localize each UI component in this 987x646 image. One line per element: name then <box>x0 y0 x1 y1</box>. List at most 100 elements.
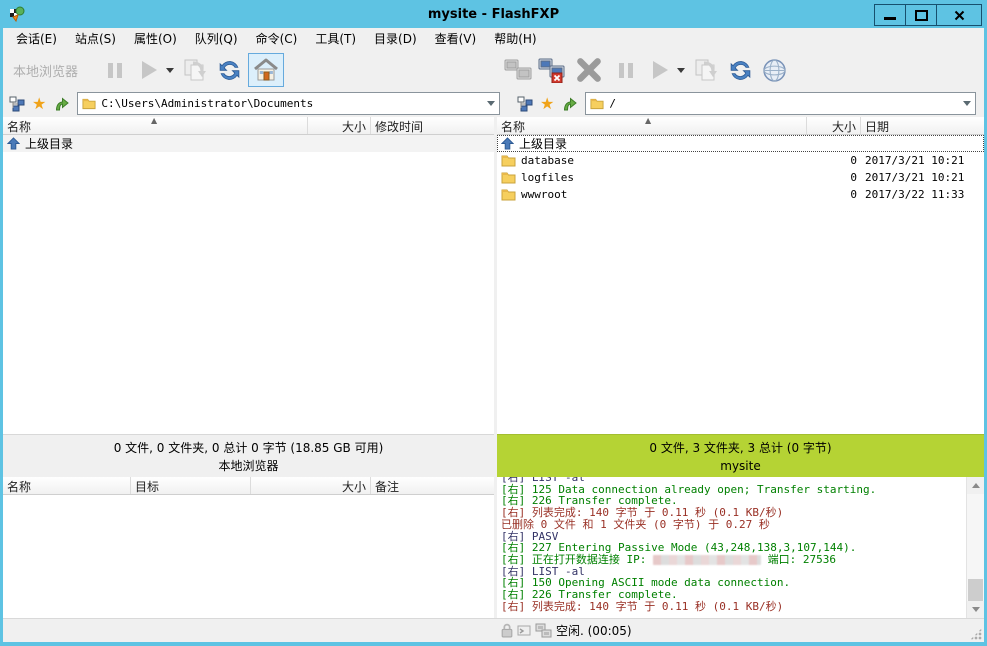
file-row[interactable]: logfiles02017/3/21 10:21 <box>497 169 984 186</box>
file-row[interactable]: wwwroot02017/3/22 11:33 <box>497 186 984 203</box>
up-directory-icon[interactable] <box>561 96 578 112</box>
scrollbar-thumb[interactable] <box>968 579 983 601</box>
chevron-up-icon <box>972 483 980 488</box>
globe-icon <box>762 58 787 83</box>
minimize-icon <box>884 17 896 20</box>
queue-transfer-button[interactable] <box>180 54 210 86</box>
file-name: 上级目录 <box>25 135 73 152</box>
connection-status-icon <box>535 623 552 638</box>
remote-address-bar: ★ / <box>511 90 984 117</box>
home-directory-button[interactable] <box>248 53 284 87</box>
sort-ascending-icon: ▲ <box>645 117 651 125</box>
log-line: 已删除 0 文件 和 1 文件夹 (0 字节) 于 0.27 秒 <box>501 519 966 531</box>
chevron-down-icon <box>972 607 980 612</box>
log-text[interactable]: [右] LIST -al[右] 125 Data connection alre… <box>497 477 966 618</box>
remote-toolbar <box>497 50 984 90</box>
menu-item[interactable]: 目录(D) <box>365 28 426 50</box>
file-date: 2017/3/22 11:33 <box>861 188 984 201</box>
folder-icon <box>501 188 516 201</box>
local-address-bar: ★ C:\Users\Administrator\Documents <box>3 90 508 117</box>
sort-ascending-icon: ▲ <box>151 117 157 125</box>
menu-item[interactable]: 属性(O) <box>125 28 186 50</box>
menu-item[interactable]: 帮助(H) <box>485 28 545 50</box>
column-header-size[interactable]: 大小 <box>807 117 861 134</box>
start-transfer-button[interactable] <box>134 54 164 86</box>
pause-icon <box>619 63 633 78</box>
parent-directory-row[interactable]: 上级目录 <box>3 135 494 152</box>
abort-x-icon <box>575 56 603 84</box>
maximize-button[interactable] <box>905 4 937 26</box>
queue-body[interactable] <box>3 495 494 618</box>
menu-item[interactable]: 命令(C) <box>247 28 307 50</box>
remote-path-value: / <box>609 97 963 110</box>
column-header-size[interactable]: 大小 <box>308 117 371 134</box>
close-icon <box>954 10 965 21</box>
queue-column-target[interactable]: 目标 <box>131 477 251 494</box>
column-header-date[interactable]: 日期 <box>861 117 984 134</box>
menu-item[interactable]: 队列(Q) <box>186 28 247 50</box>
resize-grip-icon[interactable] <box>970 628 982 640</box>
log-line: [右] 正在打开数据连接 IP: 端口: 27536 <box>501 554 966 566</box>
combobox-dropdown-icon[interactable] <box>963 101 971 106</box>
connect-button[interactable] <box>503 54 533 86</box>
transfer-files-icon <box>182 57 208 83</box>
menu-bar: 会话(E)站点(S)属性(O)队列(Q)命令(C)工具(T)目录(D)查看(V)… <box>3 28 984 50</box>
scroll-up-button[interactable] <box>967 477 984 494</box>
log-line: [右] 226 Transfer complete. <box>501 589 966 601</box>
site-manager-button[interactable] <box>759 54 789 86</box>
lock-icon <box>500 623 514 638</box>
folder-open-icon <box>590 97 604 110</box>
window-title: mysite - FlashFXP <box>0 7 987 22</box>
close-button[interactable] <box>936 4 982 26</box>
remote-pause-button[interactable] <box>611 54 641 86</box>
file-size: 0 <box>807 154 861 167</box>
status-bar: 空闲. (00:05) <box>3 618 984 642</box>
local-browser-label: 本地浏览器 <box>13 61 78 80</box>
local-path-combobox[interactable]: C:\Users\Administrator\Documents <box>77 92 500 115</box>
favorites-icon[interactable]: ★ <box>32 96 46 112</box>
scroll-down-button[interactable] <box>967 601 984 618</box>
refresh-local-button[interactable] <box>214 54 244 86</box>
menu-item[interactable]: 站点(S) <box>66 28 125 50</box>
transfer-dropdown-icon[interactable] <box>677 68 685 73</box>
tree-view-icon[interactable] <box>517 96 533 112</box>
refresh-remote-button[interactable] <box>725 54 755 86</box>
menu-item[interactable]: 会话(E) <box>7 28 66 50</box>
folder-icon <box>501 171 516 184</box>
remote-queue-button[interactable] <box>691 54 721 86</box>
home-icon <box>253 57 279 83</box>
queue-column-size[interactable]: 大小 <box>251 477 371 494</box>
transfer-dropdown-icon[interactable] <box>166 68 174 73</box>
refresh-icon <box>728 58 753 83</box>
console-icon <box>517 624 532 638</box>
local-summary-counts: 0 文件, 0 文件夹, 0 总计 0 字节 (18.85 GB 可用) <box>3 439 494 457</box>
redacted-ip <box>653 555 761 565</box>
queue-column-name[interactable]: 名称 <box>3 477 131 494</box>
column-header-name[interactable]: 名称 <box>497 117 807 134</box>
scrollbar-track[interactable] <box>967 494 984 601</box>
parent-directory-row[interactable]: 上级目录 <box>497 135 984 152</box>
file-name: database <box>521 154 574 167</box>
tree-view-icon[interactable] <box>9 96 25 112</box>
remote-start-button[interactable] <box>645 54 675 86</box>
favorites-icon[interactable]: ★ <box>540 96 554 112</box>
menu-item[interactable]: 工具(T) <box>306 28 365 50</box>
queue-column-remark[interactable]: 备注 <box>371 477 494 494</box>
up-directory-icon[interactable] <box>53 96 70 112</box>
abort-button[interactable] <box>571 54 607 86</box>
file-name: wwwroot <box>521 188 567 201</box>
file-name: 上级目录 <box>519 135 567 152</box>
log-scrollbar[interactable] <box>966 477 984 618</box>
column-header-modified[interactable]: 修改时间 <box>371 117 494 134</box>
pause-button[interactable] <box>100 54 130 86</box>
maximize-icon <box>915 10 928 21</box>
play-icon <box>142 61 157 79</box>
menu-item[interactable]: 查看(V) <box>426 28 486 50</box>
minimize-button[interactable] <box>874 4 906 26</box>
file-row[interactable]: database02017/3/21 10:21 <box>497 152 984 169</box>
remote-path-combobox[interactable]: / <box>585 92 976 115</box>
session-log-panel: [右] LIST -al[右] 125 Data connection alre… <box>497 477 984 618</box>
combobox-dropdown-icon[interactable] <box>487 101 495 106</box>
disconnect-button[interactable] <box>537 54 567 86</box>
pause-icon <box>108 63 122 78</box>
